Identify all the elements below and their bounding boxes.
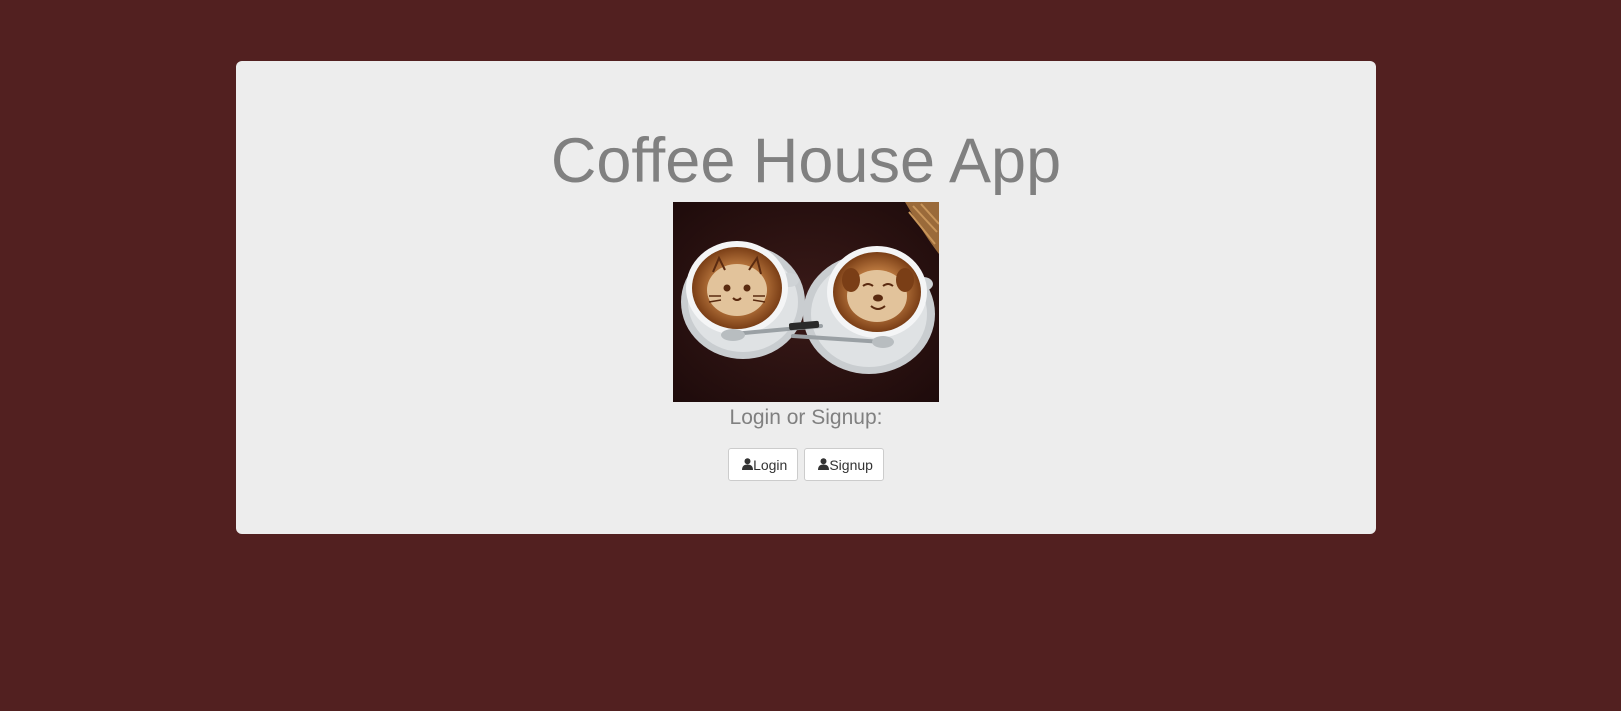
login-signup-prompt: Login or Signup: (729, 406, 883, 429)
signup-button[interactable]: Signup (804, 448, 884, 481)
latte-art-photo (673, 202, 939, 402)
signup-button-label: Signup (829, 456, 873, 473)
user-icon (742, 457, 754, 470)
login-button[interactable]: Login (728, 448, 799, 481)
user-icon (818, 457, 830, 470)
page-title: Coffee House App (550, 126, 1062, 196)
jumbotron-panel: Coffee House App Login or Signup: Login … (236, 61, 1376, 534)
auth-button-group: Login Signup (236, 448, 1376, 481)
login-button-label: Login (753, 456, 788, 473)
